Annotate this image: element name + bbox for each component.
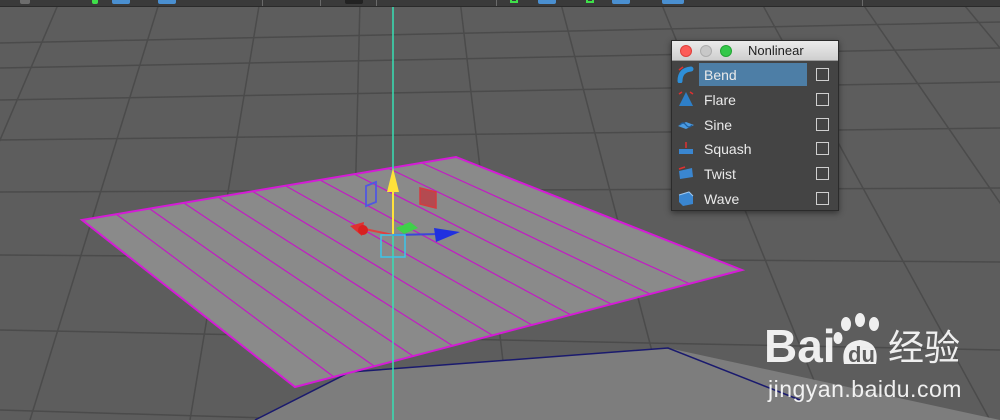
toolbar-tool-icon[interactable] [92, 0, 98, 4]
menu-item-label: Sine [704, 116, 733, 133]
sine-checkbox[interactable] [816, 117, 829, 131]
sine-deformer-icon [678, 121, 694, 129]
menu-item-label: Flare [704, 91, 736, 108]
flare-deformer-icon [678, 91, 694, 106]
toolbar-separator [376, 0, 377, 6]
menu-item-sine[interactable]: Sine [672, 112, 838, 137]
toolbar-tool-icon[interactable] [158, 0, 176, 4]
toolbar-separator [262, 0, 263, 6]
menu-item-label: Squash [704, 141, 752, 158]
wave-deformer-icon [678, 191, 694, 206]
bend-checkbox[interactable] [816, 68, 829, 81]
menu-item-label: Wave [704, 190, 740, 207]
watermark-url: jingyan.baidu.com [768, 376, 962, 402]
menu-item-twist[interactable]: Twist [672, 161, 838, 186]
toolbar-tool-icon[interactable] [586, 0, 594, 3]
toolbar-tool-icon[interactable] [510, 0, 518, 3]
menu-item-flare[interactable]: Flare [672, 87, 838, 112]
panel-title: Nonlinear [748, 43, 804, 58]
menu-item-label: Twist [704, 166, 736, 183]
toolbar-tool-icon[interactable] [345, 0, 363, 4]
twist-checkbox[interactable] [816, 167, 829, 181]
menu-item-squash[interactable]: Squash [672, 136, 838, 161]
toolbar-separator [320, 0, 321, 6]
squash-checkbox[interactable] [816, 142, 829, 156]
watermark-cn-text: 经验 [888, 328, 960, 369]
watermark-brand-suffix: du [848, 342, 875, 367]
panel-titlebar[interactable]: Nonlinear [672, 41, 838, 61]
deformer-menu: Bend Flare Sine Squash Twist Wave [672, 62, 838, 211]
twist-deformer-icon [678, 166, 693, 180]
toolbar-strip [0, 0, 1000, 7]
menu-item-label: Bend [704, 67, 737, 83]
baidu-watermark: Bai du 经验 jingyan.baidu.com [760, 310, 995, 410]
toolbar-tool-icon[interactable] [612, 0, 630, 4]
wave-checkbox[interactable] [816, 191, 829, 205]
squash-deformer-icon [679, 142, 693, 155]
bend-deformer-icon [677, 66, 694, 83]
watermark-brand: Bai [764, 320, 836, 372]
toolbar-tool-icon[interactable] [662, 0, 684, 4]
toolbar-separator [862, 0, 863, 6]
menu-item-wave[interactable]: Wave [672, 186, 838, 211]
toolbar-tool-icon[interactable] [112, 0, 130, 4]
close-button[interactable] [680, 45, 692, 57]
flare-checkbox[interactable] [816, 92, 829, 106]
toolbar-separator [496, 0, 497, 6]
maximize-button[interactable] [720, 45, 732, 57]
baidu-logo: Bai du 经验 [764, 313, 960, 372]
toolbar-tool-icon[interactable] [20, 0, 30, 4]
3d-viewport[interactable]: Nonlinear Bend Flare Sine Squash Twist W… [0, 0, 1000, 420]
minimize-button[interactable] [700, 45, 712, 57]
xy-plane-handle[interactable] [419, 187, 437, 209]
menu-item-bend[interactable]: Bend [672, 62, 838, 87]
toolbar-tool-icon[interactable] [538, 0, 556, 4]
nonlinear-panel[interactable]: Nonlinear Bend Flare Sine Squash Twist W… [671, 40, 839, 211]
